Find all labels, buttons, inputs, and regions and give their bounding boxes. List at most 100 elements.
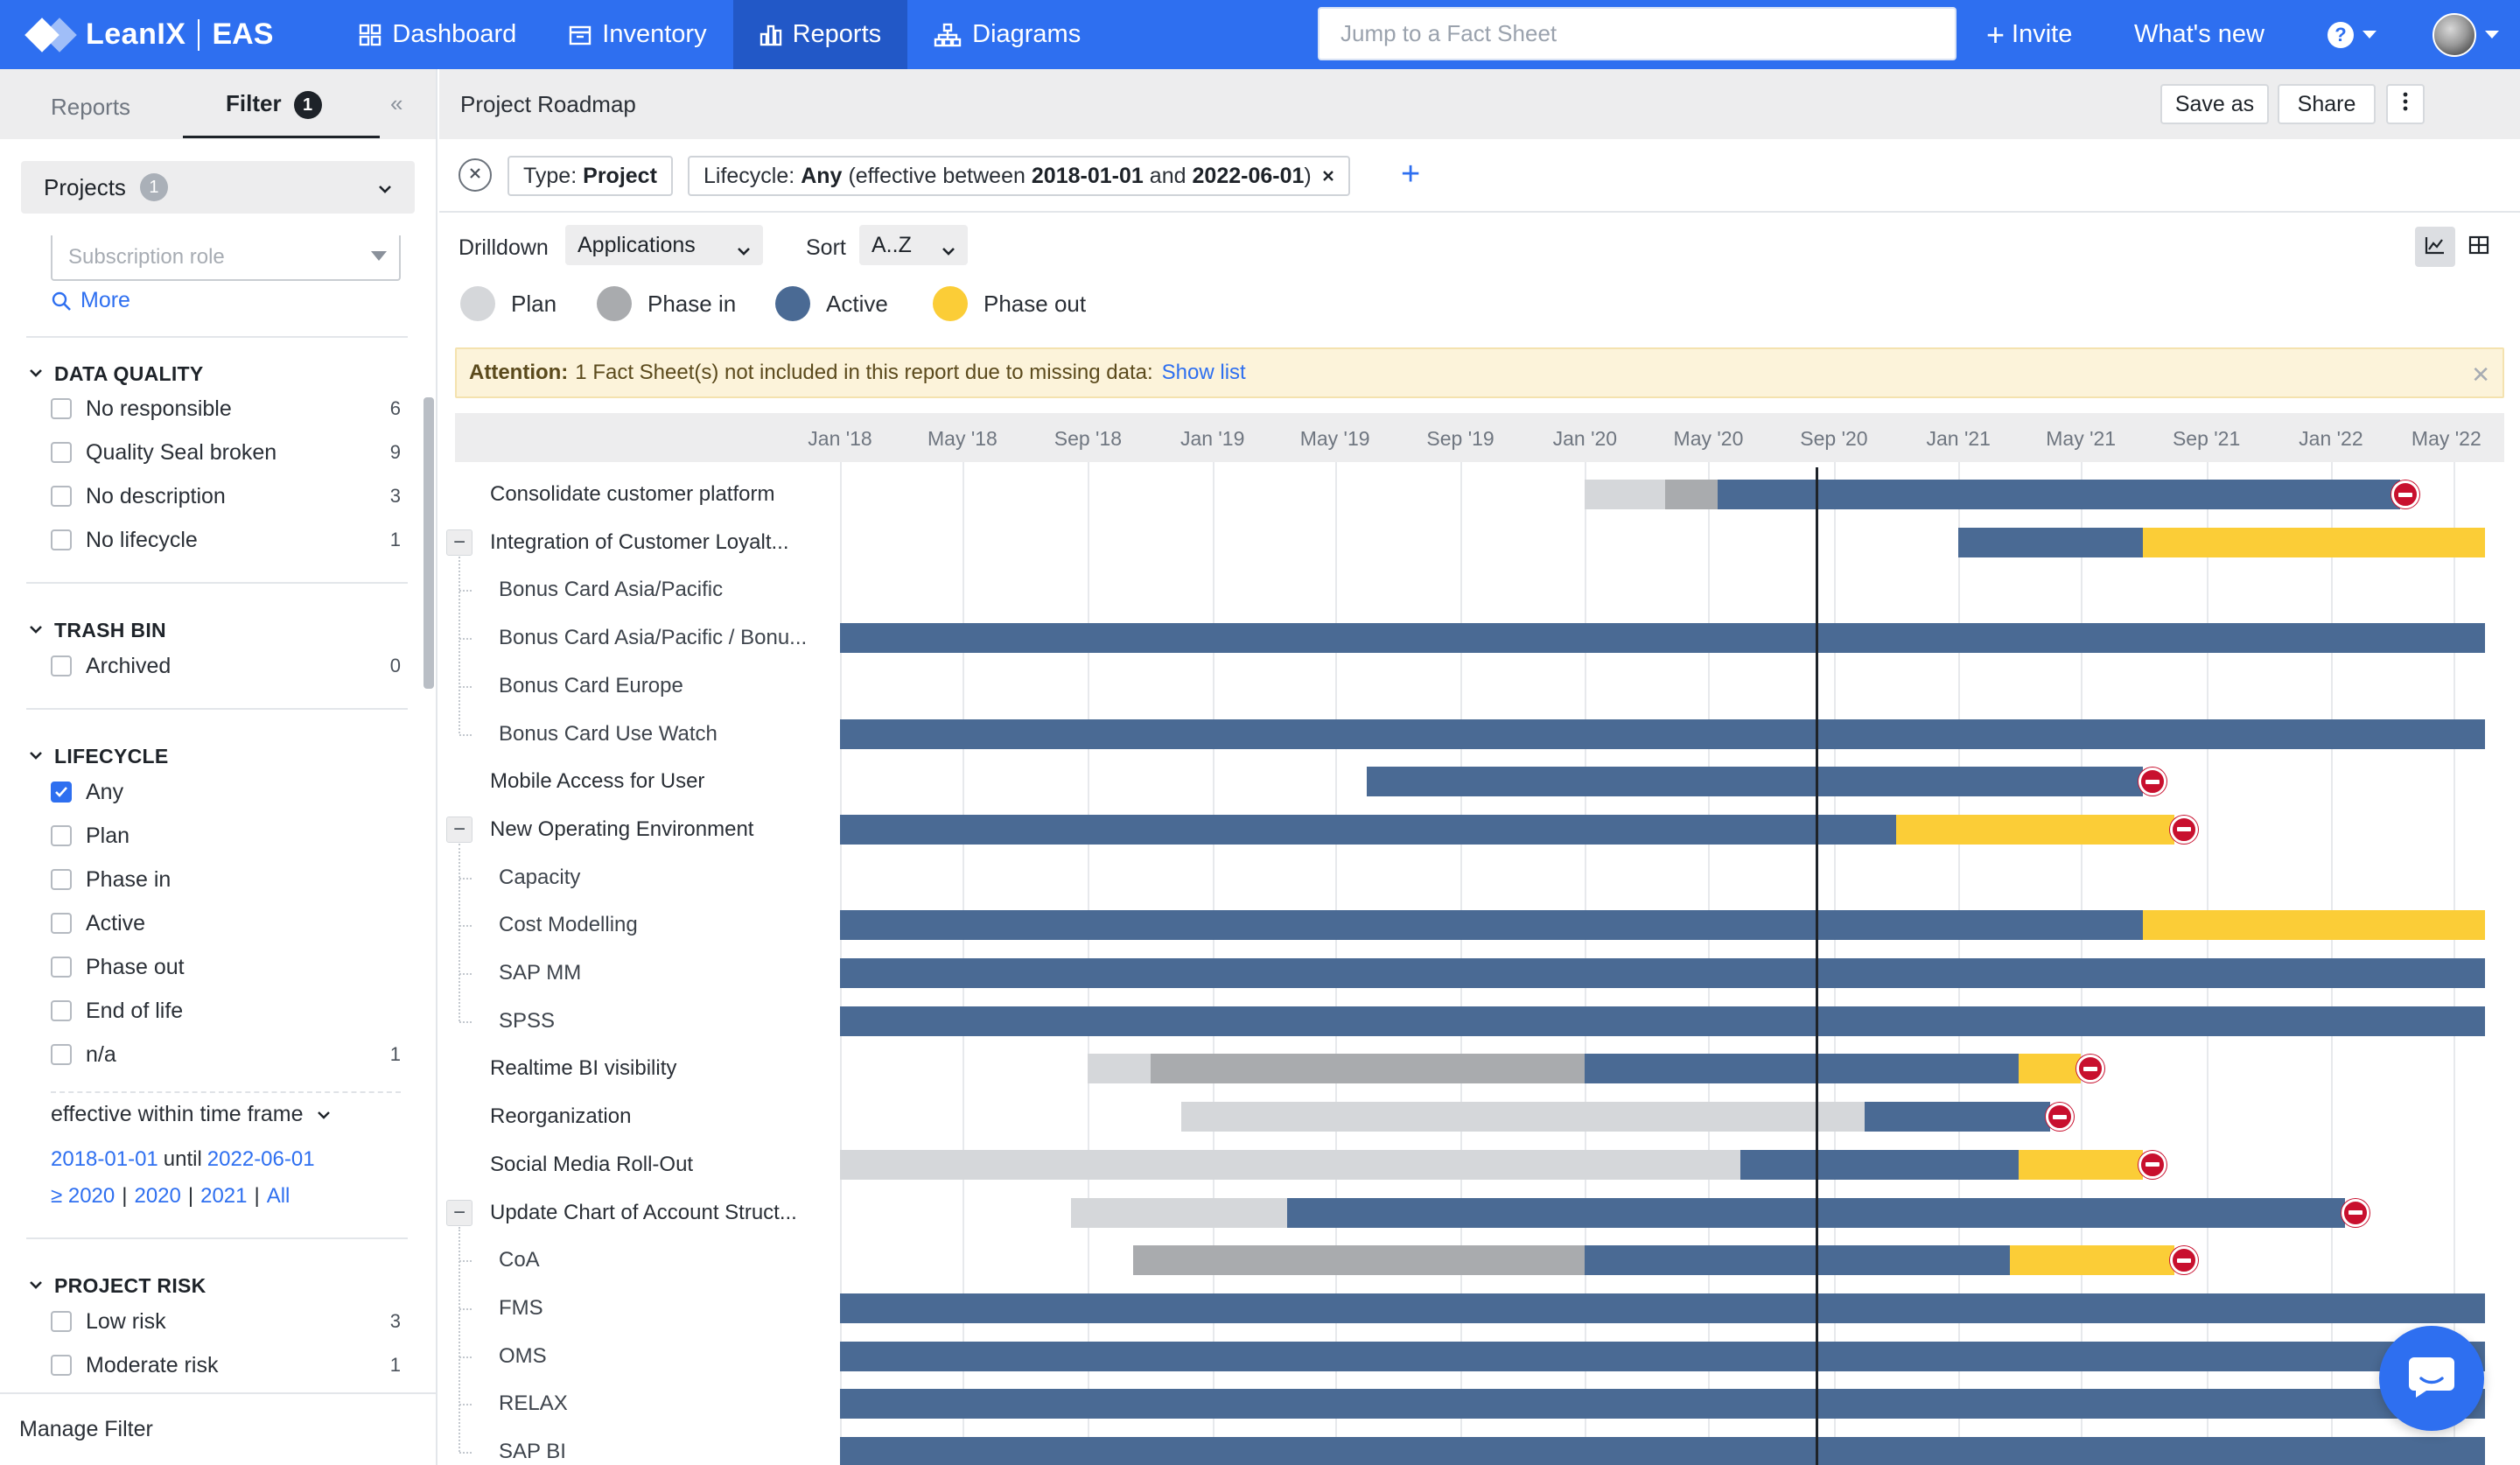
section-trash-bin[interactable]: TRASH BIN — [28, 619, 166, 642]
manage-filter-button[interactable]: Manage Filter — [0, 1392, 436, 1465]
lifecycle-bar-phaseout[interactable] — [2143, 527, 2485, 557]
roadmap-row-label[interactable]: OMS — [499, 1344, 547, 1369]
checkbox[interactable] — [51, 869, 72, 890]
filter-quality-seal-broken[interactable]: Quality Seal broken 9 — [51, 435, 401, 470]
collapse-toggle[interactable]: − — [446, 529, 472, 556]
help-menu[interactable]: ? — [2328, 0, 2376, 69]
collapse-toggle[interactable]: − — [446, 816, 472, 843]
roadmap-row-label[interactable]: CoA — [499, 1248, 540, 1272]
subscription-role-select[interactable]: Subscription role — [51, 235, 401, 281]
timeframe-to-link[interactable]: 2022-06-01 — [207, 1147, 315, 1172]
filter-lifecycle-active[interactable]: Active — [51, 906, 401, 941]
end-of-life-marker-icon[interactable] — [2045, 1103, 2074, 1132]
filter-lifecycle-plan[interactable]: Plan — [51, 818, 401, 853]
quick-link-2020[interactable]: 2020 — [134, 1184, 180, 1209]
lifecycle-bar-phasein[interactable] — [1132, 1245, 1586, 1276]
roadmap-row-label[interactable]: Realtime BI visibility — [490, 1056, 676, 1081]
checkbox[interactable] — [51, 1355, 72, 1376]
chat-widget-button[interactable] — [2379, 1326, 2484, 1431]
filter-moderate-risk[interactable]: Moderate risk 1 — [51, 1348, 401, 1383]
roadmap-row-label[interactable]: Bonus Card Europe — [499, 674, 683, 698]
lifecycle-bar-active[interactable] — [1740, 1149, 2019, 1180]
checkbox[interactable] — [51, 655, 72, 676]
tab-reports[interactable]: Reports — [51, 94, 130, 121]
more-filters-link[interactable]: More — [51, 288, 130, 313]
nav-inventory[interactable]: Inventory — [542, 0, 732, 69]
end-of-life-marker-icon[interactable] — [2169, 1246, 2198, 1275]
lifecycle-bar-phaseout[interactable] — [2019, 1149, 2144, 1180]
checkbox[interactable] — [51, 486, 72, 507]
lifecycle-bar-active[interactable] — [840, 623, 2485, 654]
timeframe-from-link[interactable]: 2018-01-01 — [51, 1147, 158, 1172]
lifecycle-bar-phasein[interactable] — [1150, 1054, 1586, 1084]
collapse-sidebar-icon[interactable]: « — [390, 90, 402, 117]
roadmap-row-label[interactable]: Update Chart of Account Struct... — [490, 1201, 797, 1225]
end-of-life-marker-icon[interactable] — [2169, 815, 2198, 844]
section-data-quality[interactable]: DATA QUALITY — [28, 362, 204, 386]
checkbox-checked[interactable] — [51, 782, 72, 803]
checkbox[interactable] — [51, 913, 72, 934]
invite-button[interactable]: + Invite — [1986, 0, 2072, 69]
lifecycle-bar-active[interactable] — [840, 718, 2485, 749]
end-of-life-marker-icon[interactable] — [2391, 480, 2420, 508]
roadmap-row-label[interactable]: SAP MM — [499, 961, 581, 985]
lifecycle-bar-active[interactable] — [840, 1293, 2485, 1323]
lifecycle-bar-active[interactable] — [1585, 1054, 2020, 1084]
lifecycle-bar-active[interactable] — [840, 958, 2485, 988]
checkbox[interactable] — [51, 957, 72, 978]
lifecycle-bar-phaseout[interactable] — [2009, 1245, 2175, 1276]
whats-new-button[interactable]: What's new — [2134, 0, 2264, 69]
checkbox[interactable] — [51, 1311, 72, 1332]
quick-link-all[interactable]: All — [267, 1184, 290, 1209]
lifecycle-bar-active[interactable] — [1717, 480, 2401, 509]
filter-lifecycle-phase-in[interactable]: Phase in — [51, 862, 401, 897]
roadmap-row-label[interactable]: Bonus Card Asia/Pacific / Bonu... — [499, 626, 807, 650]
lifecycle-bar-phaseout[interactable] — [2019, 1054, 2082, 1084]
roadmap-row-label[interactable]: SPSS — [499, 1009, 555, 1034]
roadmap-row-label[interactable]: SAP BI — [499, 1440, 566, 1464]
collapse-toggle[interactable]: − — [446, 1199, 472, 1226]
lifecycle-bar-phaseout[interactable] — [2143, 910, 2485, 941]
filter-no-lifecycle[interactable]: No lifecycle 1 — [51, 522, 401, 557]
lifecycle-bar-active[interactable] — [840, 1006, 2485, 1036]
lifecycle-bar-phasein[interactable] — [1665, 480, 1718, 509]
roadmap-row-label[interactable]: Consolidate customer platform — [490, 482, 774, 507]
roadmap-row-label[interactable]: Integration of Customer Loyalt... — [490, 530, 789, 555]
lifecycle-bar-active[interactable] — [840, 910, 2144, 941]
roadmap-row-label[interactable]: Capacity — [499, 866, 580, 890]
tab-filter[interactable]: Filter 1 — [226, 90, 322, 120]
nav-reports[interactable]: Reports — [732, 0, 908, 69]
lifecycle-bar-active[interactable] — [1366, 767, 2144, 797]
roadmap-row-label[interactable]: Social Media Roll-Out — [490, 1153, 693, 1177]
sidebar-scrollbar[interactable] — [424, 397, 434, 689]
roadmap-row-label[interactable]: Mobile Access for User — [490, 769, 704, 794]
filter-lifecycle-na[interactable]: n/a 1 — [51, 1037, 401, 1072]
filter-lifecycle-any[interactable]: Any — [51, 775, 401, 810]
nav-diagrams[interactable]: Diagrams — [907, 0, 1107, 69]
quick-link-from-2020[interactable]: ≥ 2020 — [51, 1184, 115, 1209]
checkbox[interactable] — [51, 529, 72, 550]
filter-lifecycle-end-of-life[interactable]: End of life — [51, 993, 401, 1028]
lifecycle-bar-active[interactable] — [840, 1341, 2485, 1371]
lifecycle-bar-plan[interactable] — [1180, 1102, 1865, 1132]
end-of-life-marker-icon[interactable] — [2076, 1055, 2104, 1083]
lifecycle-bar-phaseout[interactable] — [1896, 814, 2175, 845]
checkbox[interactable] — [51, 1044, 72, 1065]
checkbox[interactable] — [51, 398, 72, 419]
lifecycle-bar-plan[interactable] — [840, 1149, 1740, 1180]
fact-sheet-search-input[interactable]: Jump to a Fact Sheet — [1318, 7, 1956, 60]
end-of-life-marker-icon[interactable] — [2138, 1150, 2166, 1179]
filter-no-description[interactable]: No description 3 — [51, 479, 401, 514]
checkbox[interactable] — [51, 442, 72, 463]
lifecycle-bar-active[interactable] — [1864, 1102, 2051, 1132]
lifecycle-bar-active[interactable] — [840, 1389, 2485, 1419]
filter-low-risk[interactable]: Low risk 3 — [51, 1304, 401, 1339]
leanix-logo[interactable]: LeanIX EAS — [24, 0, 273, 69]
lifecycle-bar-active[interactable] — [840, 814, 1897, 845]
filter-lifecycle-phase-out[interactable]: Phase out — [51, 950, 401, 985]
filter-archived[interactable]: Archived 0 — [51, 648, 401, 683]
lifecycle-bar-active[interactable] — [1958, 527, 2144, 557]
filter-scroll-area[interactable]: Subscription role More DATA QUALITY No r… — [0, 235, 420, 1395]
lifecycle-bar-active[interactable] — [840, 1437, 2485, 1465]
quick-link-2021[interactable]: 2021 — [200, 1184, 247, 1209]
